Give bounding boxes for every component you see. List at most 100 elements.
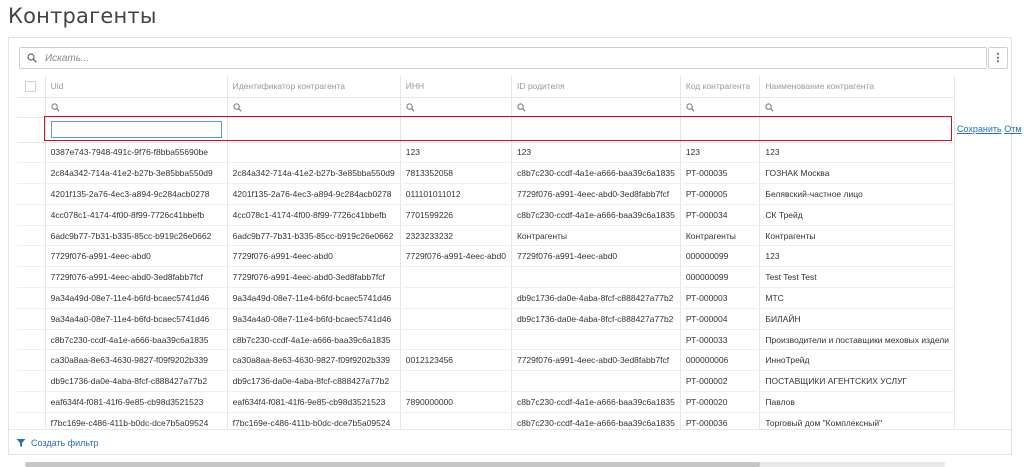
cell-counterparty-id[interactable]: [227, 142, 401, 164]
cell-counterparty-id[interactable]: db9c1736-da0e-4aba-8fcf-c888427a77b2: [227, 370, 401, 393]
cell-counterparty-name[interactable]: ИнноТрейд: [759, 349, 955, 372]
cell-uid[interactable]: 0387e743-7948-491c-9f76-f8bba55690be: [45, 142, 228, 164]
cell-inn[interactable]: [400, 412, 512, 430]
cell-parent-id[interactable]: 7729f076-a991-4eec-abd0-3ed8fabb7fcf: [511, 349, 681, 372]
cell-uid[interactable]: db9c1736-da0e-4aba-8fcf-c888427a77b2: [45, 370, 228, 393]
filter-cell-counterparty-id[interactable]: [227, 97, 401, 118]
table-row[interactable]: f7bc169e-c486-411b-b0dc-dce7b5a09524 f7bc…: [17, 412, 955, 430]
cell-uid[interactable]: c8b7c230-ccdf-4a1e-a666-baa39c6a1835: [45, 329, 228, 351]
column-search-icon[interactable]: [406, 102, 415, 112]
cell-inn[interactable]: [400, 266, 512, 289]
cell-counterparty-name[interactable]: ПОСТАВЩИКИ АГЕНТСКИХ УСЛУГ: [759, 370, 955, 393]
column-header-counterparty-id[interactable]: Идентификатор контрагента: [227, 76, 401, 98]
uid-input[interactable]: [50, 121, 222, 138]
table-row[interactable]: db9c1736-da0e-4aba-8fcf-c888427a77b2 db9c…: [17, 370, 955, 393]
cell-parent-id[interactable]: [511, 266, 681, 289]
cell-counterparty-code[interactable]: РТ-000036: [680, 412, 761, 430]
cell-counterparty-id[interactable]: c8b7c230-ccdf-4a1e-a666-baa39c6a1835: [227, 329, 401, 351]
scrollbar-thumb[interactable]: [25, 462, 760, 467]
cell-counterparty-name[interactable]: ГОЗНАК Москва: [759, 162, 955, 185]
cell-counterparty-name[interactable]: Test Test Test: [759, 266, 955, 289]
table-row[interactable]: c8b7c230-ccdf-4a1e-a666-baa39c6a1835 c8b7…: [17, 329, 955, 351]
cell-inn[interactable]: 123: [400, 142, 512, 164]
cell-inn[interactable]: 7729f076-a991-4eec-abd0: [400, 245, 512, 268]
more-menu-button[interactable]: ⋮: [988, 47, 1008, 69]
table-row[interactable]: 0387e743-7948-491c-9f76-f8bba55690be 123 1…: [17, 142, 955, 164]
cell-parent-id[interactable]: 7729f076-a991-4eec-abd0: [511, 245, 681, 268]
row-select-cell[interactable]: [17, 204, 46, 226]
cell-parent-id[interactable]: [511, 370, 681, 393]
cell-counterparty-id[interactable]: f7bc169e-c486-411b-b0dc-dce7b5a09524: [227, 412, 401, 430]
table-row[interactable]: 2c84a342-714a-41e2-b27b-3e85bba550d9 2c84…: [17, 162, 955, 185]
cell-inn[interactable]: 7890000000: [400, 391, 512, 413]
cell-counterparty-id[interactable]: 7729f076-a991-4eec-abd0-3ed8fabb7fcf: [227, 266, 401, 289]
cell-parent-id[interactable]: 123: [511, 142, 681, 164]
cell-parent-id[interactable]: c8b7c230-ccdf-4a1e-a666-baa39c6a1835: [511, 391, 681, 413]
table-row[interactable]: 7729f076-a991-4eec-abd0 7729f076-a991-4ee…: [17, 245, 955, 268]
edit-cell-counterparty-name[interactable]: [759, 117, 955, 143]
cell-parent-id[interactable]: 7729f076-a991-4eec-abd0-3ed8fabb7fcf: [511, 183, 681, 205]
cell-counterparty-name[interactable]: Павлов: [759, 391, 955, 413]
cell-counterparty-code[interactable]: РТ-000005: [680, 183, 761, 205]
edit-cell-inn[interactable]: [400, 117, 512, 143]
cell-uid[interactable]: 7729f076-a991-4eec-abd0: [45, 245, 228, 268]
cell-uid[interactable]: 9a34a49d-08e7-11e4-b6fd-bcaec5741d46: [45, 287, 228, 309]
column-header-parent-id[interactable]: ID родителя: [511, 76, 681, 98]
row-select-cell[interactable]: [17, 349, 46, 372]
save-link[interactable]: Сохранить: [957, 124, 1002, 134]
cell-counterparty-code[interactable]: 123: [680, 142, 761, 164]
row-select-cell[interactable]: [17, 225, 46, 247]
row-select-cell[interactable]: [17, 266, 46, 289]
row-select-cell[interactable]: [17, 308, 46, 330]
cell-uid[interactable]: eaf634f4-f081-41f6-9e85-cb98d3521523: [45, 391, 228, 413]
cell-counterparty-code[interactable]: 000000006: [680, 349, 761, 372]
cell-counterparty-id[interactable]: 7729f076-a991-4eec-abd0: [227, 245, 401, 268]
table-row[interactable]: 9a34a4a0-08e7-11e4-b6fd-bcaec5741d46 9a34…: [17, 308, 955, 330]
cell-parent-id[interactable]: Контрагенты: [511, 225, 681, 247]
cell-parent-id[interactable]: c8b7c230-ccdf-4a1e-a666-baa39c6a1835: [511, 204, 681, 226]
table-row[interactable]: 9a34a49d-08e7-11e4-b6fd-bcaec5741d46 9a34…: [17, 287, 955, 309]
cell-counterparty-id[interactable]: eaf634f4-f081-41f6-9e85-cb98d3521523: [227, 391, 401, 413]
cell-counterparty-id[interactable]: 4201f135-2a76-4ec3-a894-9c284acb0278: [227, 183, 401, 205]
column-search-icon[interactable]: [51, 102, 60, 112]
column-search-icon[interactable]: [233, 102, 242, 112]
column-search-icon[interactable]: [686, 102, 695, 112]
cell-counterparty-id[interactable]: 4cc078c1-4174-4f00-8f99-7726c41bbefb: [227, 204, 401, 226]
row-select-cell[interactable]: [17, 245, 46, 268]
horizontal-scrollbar[interactable]: [25, 462, 945, 467]
cell-inn[interactable]: 7813352058: [400, 162, 512, 185]
cell-counterparty-code[interactable]: РТ-000004: [680, 308, 761, 330]
filter-cell-inn[interactable]: [400, 97, 512, 118]
select-all-checkbox[interactable]: [25, 80, 37, 92]
cell-counterparty-code[interactable]: РТ-000035: [680, 162, 761, 185]
table-row[interactable]: 6adc9b77-7b31-b335-85cc-b919c26e0662 6adc…: [17, 225, 955, 247]
cell-counterparty-name[interactable]: МТС: [759, 287, 955, 309]
cell-inn[interactable]: [400, 370, 512, 393]
cell-uid[interactable]: 4cc078c1-4174-4f00-8f99-7726c41bbefb: [45, 204, 228, 226]
column-search-icon[interactable]: [765, 102, 775, 112]
cell-inn[interactable]: 011101011012: [400, 183, 512, 205]
column-header-inn[interactable]: ИНН: [400, 76, 512, 98]
table-row[interactable]: eaf634f4-f081-41f6-9e85-cb98d3521523 eaf6…: [17, 391, 955, 413]
cell-uid[interactable]: 6adc9b77-7b31-b335-85cc-b919c26e0662: [45, 225, 228, 247]
cell-counterparty-code[interactable]: РТ-000002: [680, 370, 761, 393]
cell-parent-id[interactable]: [511, 329, 681, 351]
cell-counterparty-name[interactable]: Белявский-частное лицо: [759, 183, 955, 205]
row-select-cell[interactable]: [17, 287, 46, 309]
cell-counterparty-name[interactable]: Производители и поставщики меховых издел…: [759, 329, 955, 351]
cell-counterparty-name[interactable]: 123: [759, 245, 955, 268]
table-row[interactable]: 4201f135-2a76-4ec3-a894-9c284acb0278 4201…: [17, 183, 955, 205]
cell-counterparty-code[interactable]: РТ-000034: [680, 204, 761, 226]
cell-inn[interactable]: [400, 308, 512, 330]
filter-cell-parent-id[interactable]: [511, 97, 681, 118]
cell-inn[interactable]: 2323233232: [400, 225, 512, 247]
cell-inn[interactable]: [400, 329, 512, 351]
edit-cell-counterparty-id[interactable]: [227, 117, 401, 143]
cell-counterparty-id[interactable]: ca30a8aa-8e63-4630-9827-f09f9202b339: [227, 349, 401, 372]
column-header-counterparty-code[interactable]: Код контрагента: [680, 76, 761, 98]
cell-parent-id[interactable]: db9c1736-da0e-4aba-8fcf-c888427a77b2: [511, 287, 681, 309]
row-select-cell[interactable]: [17, 142, 46, 164]
cell-counterparty-code[interactable]: 000000099: [680, 245, 761, 268]
row-select-cell[interactable]: [17, 183, 46, 205]
column-header-uid[interactable]: Uid: [45, 76, 228, 98]
